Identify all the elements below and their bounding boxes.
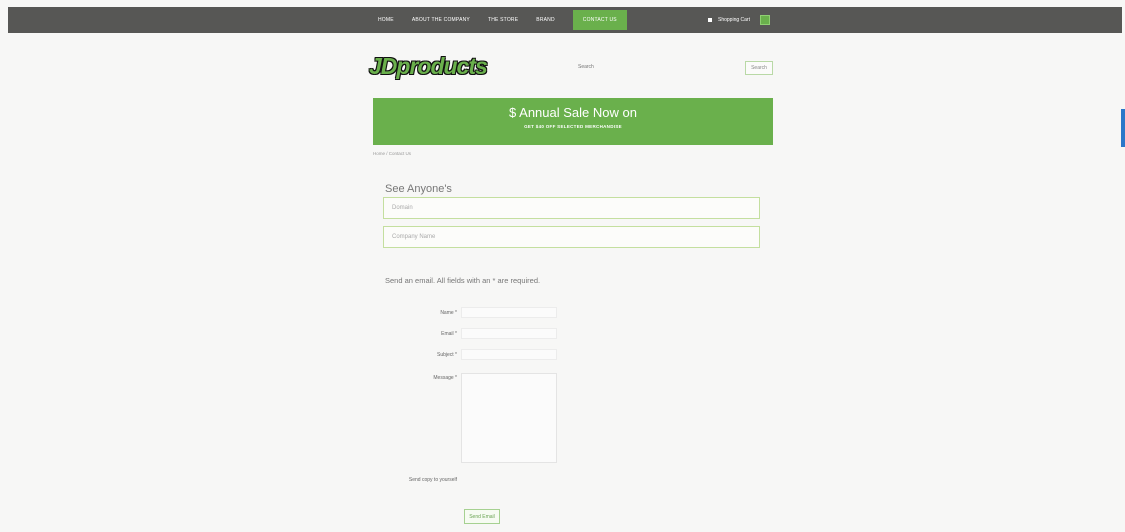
domain-field[interactable]: Domain <box>383 197 760 219</box>
subject-label: Subject * <box>436 352 457 358</box>
company-name-field[interactable]: Company Name <box>383 226 760 248</box>
main-nav: Home About the Company The Store Brand C… <box>378 7 627 33</box>
cart-icon <box>708 18 712 22</box>
banner-subtitle: GET $40 OFF SELECTED MERCHANDISE <box>524 124 622 129</box>
nav-contact[interactable]: Contact Us <box>572 10 627 30</box>
send-button[interactable]: Send Email <box>464 509 500 524</box>
shopping-cart[interactable]: Shopping Cart <box>708 7 770 33</box>
nav-store[interactable]: The Store <box>488 17 518 23</box>
copy-label: Send copy to yourself <box>408 477 457 483</box>
email-field[interactable] <box>461 328 557 339</box>
message-label: Message * <box>433 375 457 381</box>
nav-home[interactable]: Home <box>378 17 394 23</box>
search-button[interactable]: Search <box>745 61 773 75</box>
nav-about[interactable]: About the Company <box>412 17 470 23</box>
search-input[interactable] <box>578 60 708 74</box>
form-intro: Send an email. All fields with an * are … <box>385 276 541 285</box>
sale-banner[interactable]: $ Annual Sale Now on GET $40 OFF SELECTE… <box>373 98 773 145</box>
site-logo[interactable]: JDproducts <box>369 53 488 80</box>
name-field[interactable] <box>461 307 557 318</box>
side-feedback-tab[interactable] <box>1121 109 1125 147</box>
breadcrumb[interactable]: Home / Contact Us <box>373 151 411 156</box>
banner-title: $ Annual Sale Now on <box>509 105 637 120</box>
cart-count-badge[interactable] <box>759 15 770 25</box>
top-navigation-bar: Home About the Company The Store Brand C… <box>8 7 1122 33</box>
message-textarea[interactable] <box>461 373 557 463</box>
nav-brand[interactable]: Brand <box>536 17 555 23</box>
cart-label: Shopping Cart <box>718 17 750 23</box>
name-label: Name * <box>440 310 457 316</box>
page-heading: See Anyone's <box>385 183 452 195</box>
email-label: Email * <box>441 331 457 337</box>
subject-field[interactable] <box>461 349 557 360</box>
